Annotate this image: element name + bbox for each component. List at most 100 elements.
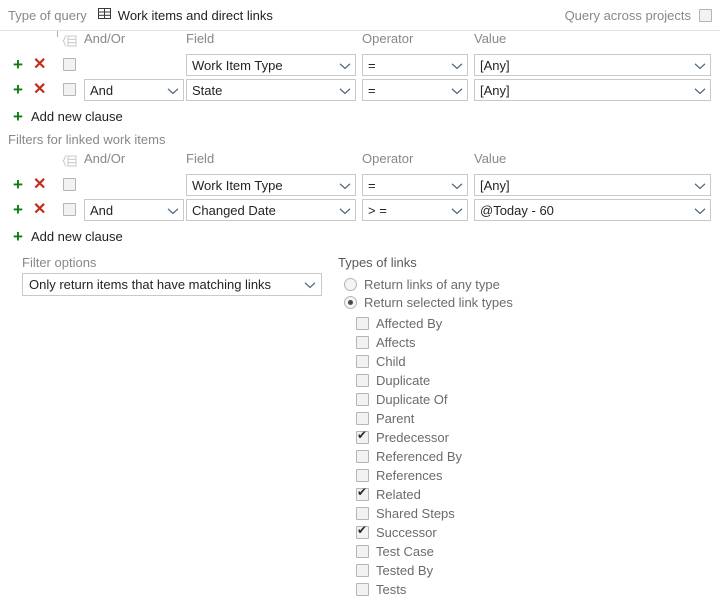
group-clauses-icon[interactable]	[62, 34, 78, 51]
group-clauses-icon[interactable]	[62, 154, 78, 171]
list-item[interactable]: Test Case	[338, 542, 513, 561]
link-type-label: Tests	[376, 582, 407, 597]
link-type-checkbox[interactable]	[356, 412, 369, 425]
field-value: Work Item Type	[192, 57, 283, 73]
value-dropdown[interactable]: [Any]	[474, 54, 711, 76]
field-dropdown[interactable]: Work Item Type	[186, 174, 356, 196]
link-type-checkbox[interactable]	[356, 523, 369, 539]
operator-dropdown[interactable]: =	[362, 79, 468, 101]
column-header-andor: And/Or	[84, 151, 126, 166]
delete-clause-row-icon[interactable]: ✕	[33, 176, 46, 193]
link-type-checkbox[interactable]	[356, 393, 369, 406]
operator-value: > =	[368, 202, 387, 218]
link-type-checkbox[interactable]	[356, 355, 369, 368]
list-item[interactable]: Duplicate	[338, 371, 513, 390]
list-item[interactable]: References	[338, 466, 513, 485]
link-type-label: Duplicate Of	[376, 392, 448, 407]
list-item[interactable]: Tested By	[338, 561, 513, 580]
chevron-down-icon	[167, 203, 179, 218]
link-type-checkbox[interactable]	[356, 583, 369, 596]
filter-options-dropdown[interactable]: Only return items that have matching lin…	[22, 273, 322, 296]
delete-clause-row-icon[interactable]: ✕	[33, 201, 46, 218]
column-header-andor: And/Or	[84, 31, 126, 46]
operator-value: =	[368, 82, 376, 98]
list-item[interactable]: Parent	[338, 409, 513, 428]
clause-column-headers-top: And/Or Field Operator Value	[0, 31, 720, 53]
delete-clause-row-icon[interactable]: ✕	[33, 81, 46, 98]
list-item[interactable]: Affected By	[338, 314, 513, 333]
add-clause-row-icon[interactable]: +	[13, 201, 23, 218]
filter-options-value: Only return items that have matching lin…	[29, 277, 272, 292]
row-select-checkbox[interactable]	[63, 178, 76, 191]
radio-return-selected-link-types[interactable]: Return selected link types	[338, 293, 513, 311]
value-text: [Any]	[480, 82, 510, 98]
radio-icon[interactable]	[344, 295, 357, 309]
list-item[interactable]: Affects	[338, 333, 513, 352]
value-dropdown[interactable]: [Any]	[474, 79, 711, 101]
chevron-down-icon	[694, 203, 706, 218]
link-type-checkbox[interactable]	[356, 317, 369, 330]
field-dropdown[interactable]: Changed Date	[186, 199, 356, 221]
operator-dropdown[interactable]: =	[362, 174, 468, 196]
list-item[interactable]: Shared Steps	[338, 504, 513, 523]
link-type-label: Test Case	[376, 544, 434, 559]
andor-dropdown[interactable]: And	[84, 199, 184, 221]
delete-clause-row-icon[interactable]: ✕	[33, 56, 46, 73]
query-across-projects-checkbox[interactable]	[699, 8, 712, 22]
add-clause-row-icon[interactable]: +	[13, 56, 23, 73]
row-select-checkbox[interactable]	[63, 58, 76, 71]
list-item[interactable]: Child	[338, 352, 513, 371]
add-new-clause-linked[interactable]: + Add new clause	[0, 223, 720, 249]
chevron-down-icon	[694, 178, 706, 193]
link-type-label: Successor	[376, 525, 437, 540]
add-clause-row-icon[interactable]: +	[13, 81, 23, 98]
operator-value: =	[368, 177, 376, 193]
operator-dropdown[interactable]: =	[362, 54, 468, 76]
column-header-operator: Operator	[362, 31, 414, 46]
row-select-checkbox[interactable]	[63, 203, 76, 216]
add-new-clause-top[interactable]: + Add new clause	[0, 103, 720, 129]
andor-dropdown[interactable]: And	[84, 79, 184, 101]
query-across-projects-label: Query across projects	[564, 7, 691, 23]
link-type-checkbox[interactable]	[356, 485, 369, 501]
chevron-down-icon	[451, 203, 463, 218]
filter-options-group: Filter options Only return items that ha…	[22, 255, 322, 296]
chevron-down-icon	[304, 277, 316, 292]
list-item[interactable]: Duplicate Of	[338, 390, 513, 409]
link-type-checkbox[interactable]	[356, 545, 369, 558]
field-value: Changed Date	[192, 202, 276, 218]
chevron-down-icon	[451, 178, 463, 193]
radio-icon[interactable]	[344, 277, 357, 291]
value-dropdown[interactable]: @Today - 60	[474, 199, 711, 221]
query-type-value[interactable]: Work items and direct links	[97, 7, 273, 24]
field-dropdown[interactable]: Work Item Type	[186, 54, 356, 76]
list-item[interactable]: Successor	[338, 523, 513, 542]
link-type-checkbox[interactable]	[356, 564, 369, 577]
radio-return-any-link-type[interactable]: Return links of any type	[338, 275, 513, 293]
list-item[interactable]: Referenced By	[338, 447, 513, 466]
types-of-links-title: Types of links	[338, 255, 417, 270]
row-select-checkbox[interactable]	[63, 83, 76, 96]
list-item[interactable]: Related	[338, 485, 513, 504]
link-type-checkbox[interactable]	[356, 374, 369, 387]
query-across-projects-group[interactable]: Query across projects	[565, 0, 712, 30]
add-clause-row-icon[interactable]: +	[13, 176, 23, 193]
list-item[interactable]: Tests	[338, 580, 513, 599]
link-type-checkbox[interactable]	[356, 469, 369, 482]
add-new-clause-label: Add new clause	[30, 228, 123, 244]
link-type-checkbox[interactable]	[356, 450, 369, 463]
field-dropdown[interactable]: State	[186, 79, 356, 101]
link-type-checkbox[interactable]	[356, 336, 369, 349]
value-text: @Today - 60	[480, 202, 554, 218]
andor-value: And	[90, 82, 114, 98]
link-type-checkbox[interactable]	[356, 428, 369, 444]
chevron-down-icon	[339, 83, 351, 98]
link-type-checkbox[interactable]	[356, 507, 369, 520]
query-type-bar: Type of query Work items and direct link…	[0, 0, 720, 30]
column-header-value: Value	[474, 151, 507, 166]
filter-options-label: Filter options	[22, 255, 97, 270]
bottom-options-area: Filter options Only return items that ha…	[0, 255, 720, 605]
list-item[interactable]: Predecessor	[338, 428, 513, 447]
value-dropdown[interactable]: [Any]	[474, 174, 711, 196]
operator-dropdown[interactable]: > =	[362, 199, 468, 221]
